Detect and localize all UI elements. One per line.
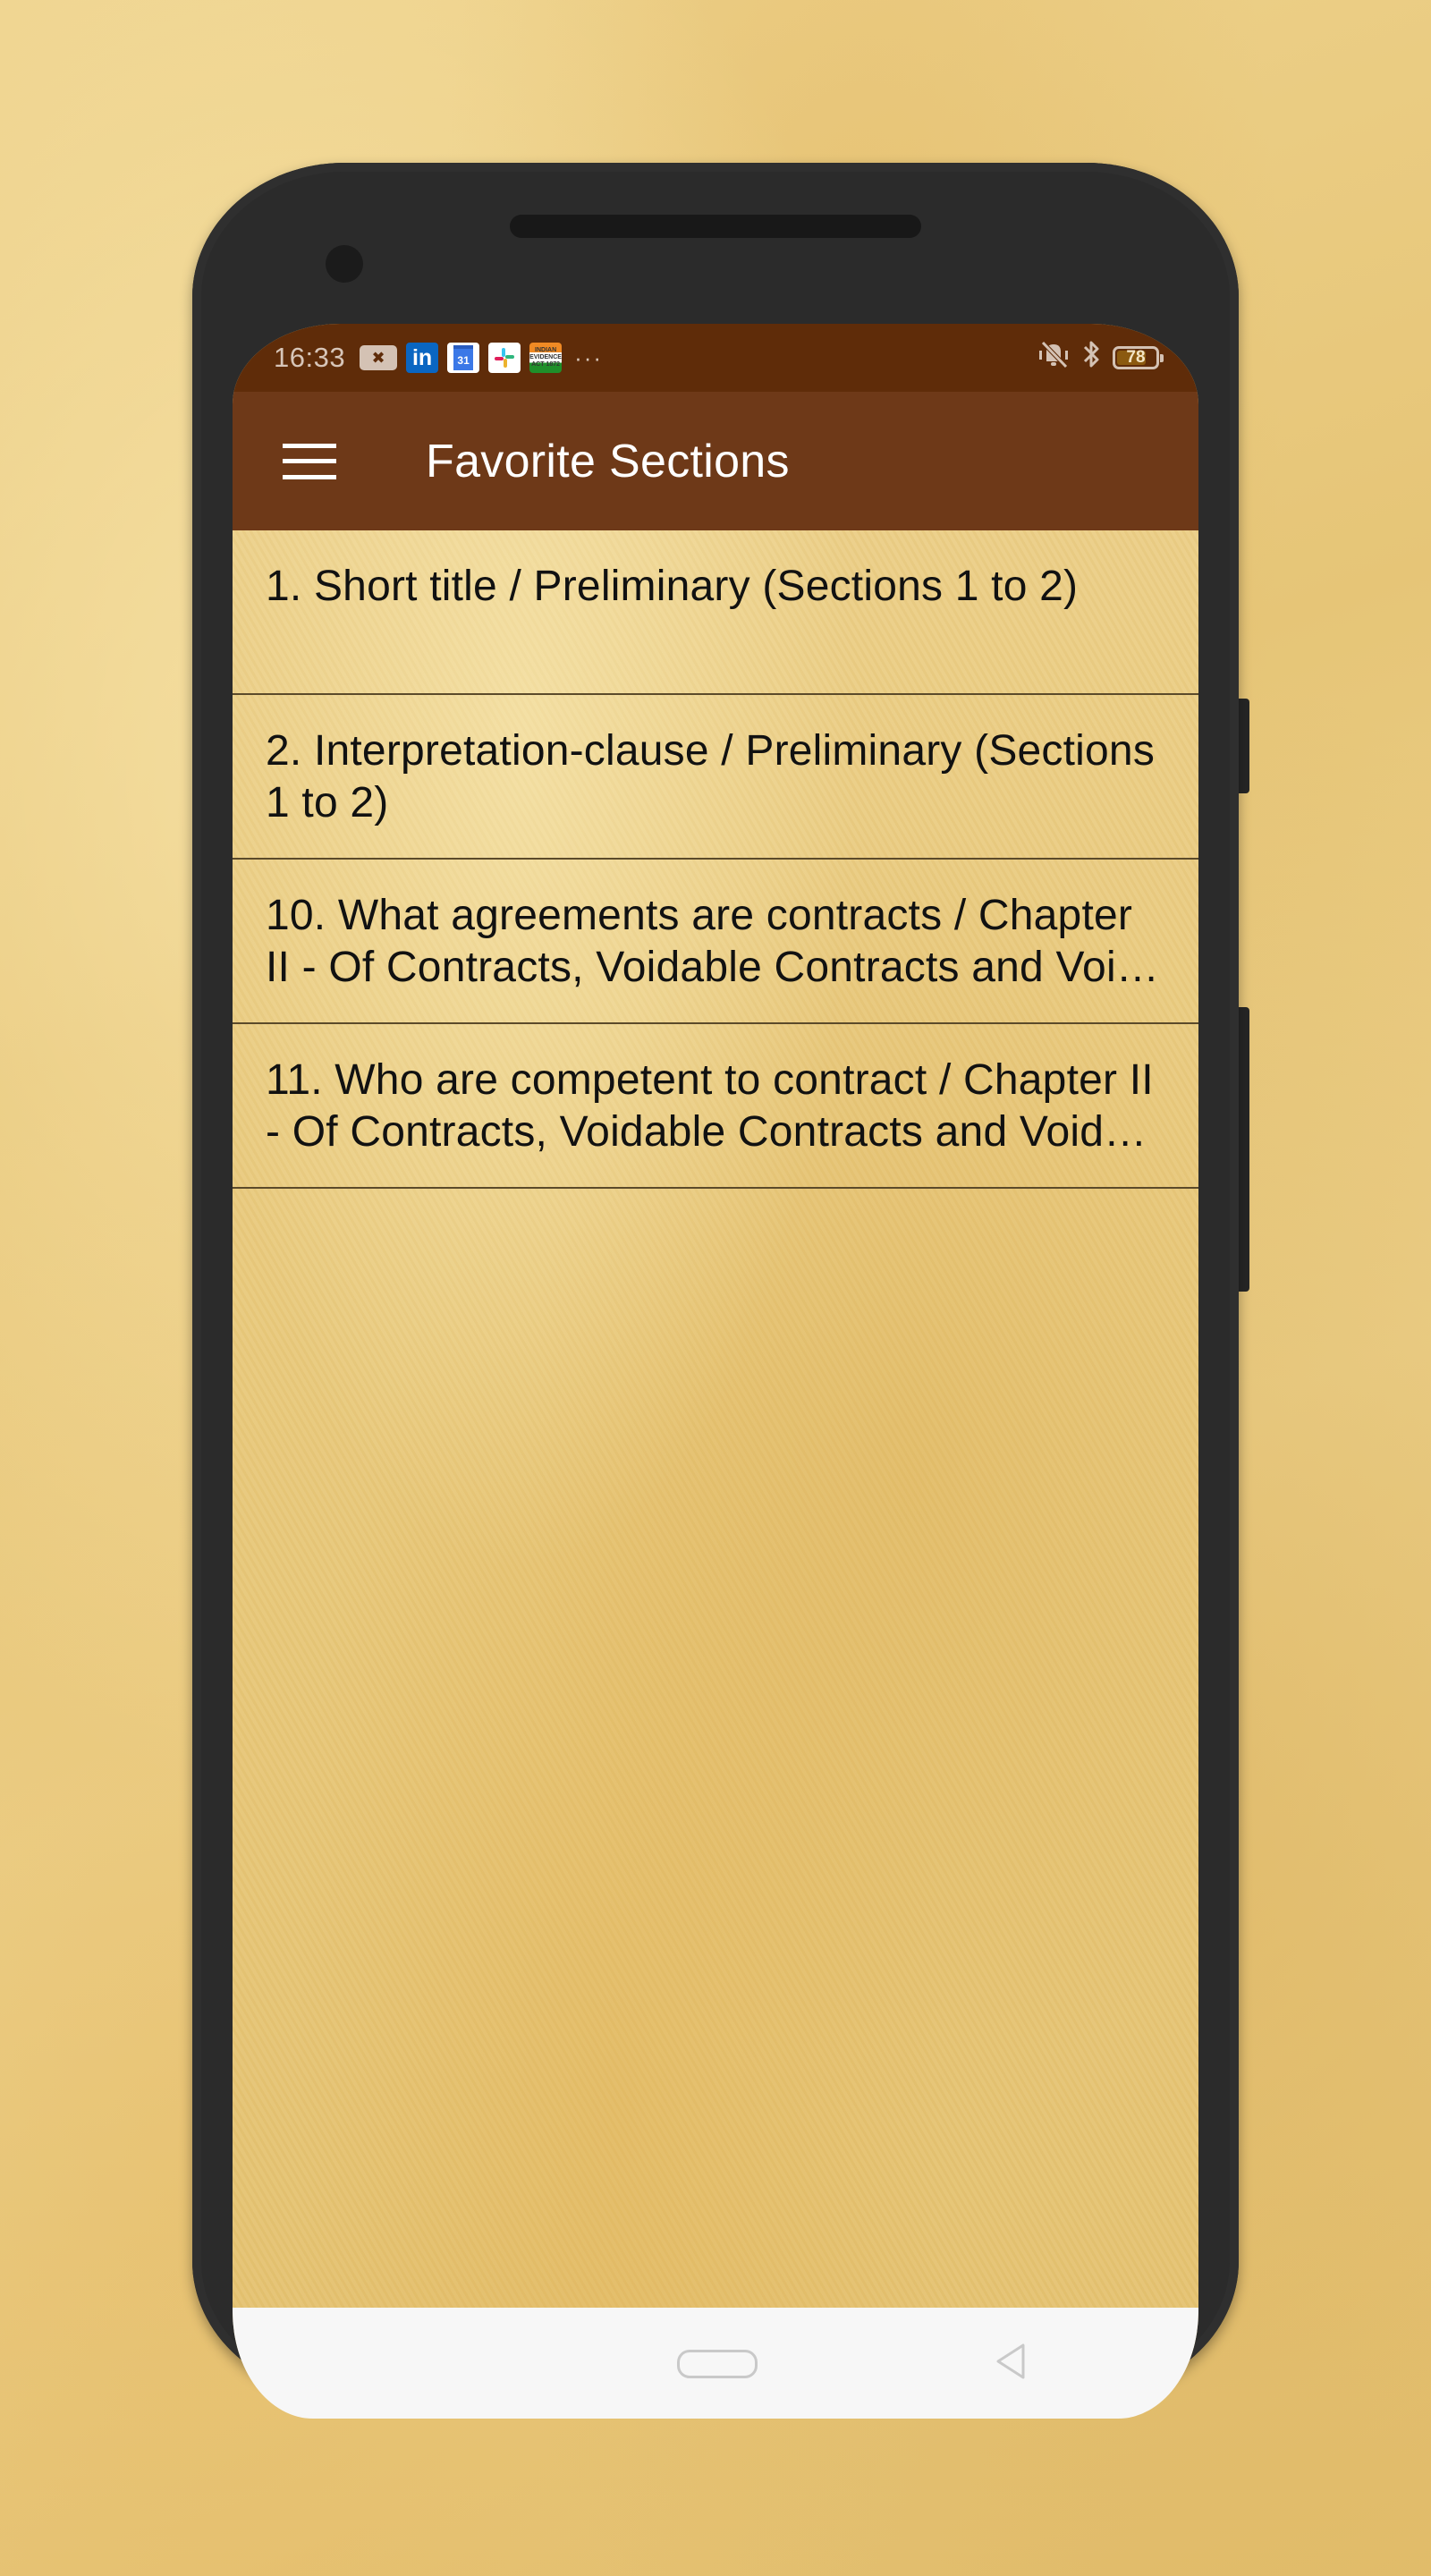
phone-front-camera — [326, 245, 363, 283]
indian-evidence-act-app-icon: INDIAN EVIDENCE ACT 1872 — [529, 343, 563, 373]
favorite-section-item[interactable]: 10. What agreements are contracts / Chap… — [233, 860, 1198, 1024]
phone-top-speaker — [510, 215, 921, 238]
favorite-section-text: 10. What agreements are contracts / Chap… — [266, 892, 1140, 991]
menu-line — [283, 459, 336, 463]
favorite-section-text: 11. Who are competent to contract / Chap… — [266, 1056, 1154, 1156]
home-button-icon[interactable] — [677, 2350, 758, 2378]
app-icon-line-1: INDIAN — [535, 347, 557, 353]
favorites-list: 1. Short title / Preliminary (Sections 1… — [233, 530, 1198, 1189]
page-title: Favorite Sections — [426, 435, 790, 487]
favorite-section-item[interactable]: 1. Short title / Preliminary (Sections 1… — [233, 530, 1198, 695]
phone-screen: 16:33 ✖ in 31 INDIAN EVIDENCE ACT 1872 ·… — [233, 324, 1198, 2419]
vibrate-off-icon — [1036, 340, 1071, 376]
favorite-section-item[interactable]: 2. Interpretation-clause / Preliminary (… — [233, 695, 1198, 860]
favorite-section-item[interactable]: 11. Who are competent to contract / Chap… — [233, 1024, 1198, 1189]
status-bar: 16:33 ✖ in 31 INDIAN EVIDENCE ACT 1872 ·… — [233, 324, 1198, 392]
linkedin-icon: in — [406, 343, 439, 373]
more-notifications-icon: ··· — [574, 343, 604, 371]
app-icon-line-3: ACT 1872 — [531, 361, 561, 368]
google-calendar-icon: 31 — [447, 343, 480, 373]
close-notification-icon: ✖ — [360, 345, 398, 370]
bluetooth-icon — [1082, 339, 1102, 377]
phone-frame: 16:33 ✖ in 31 INDIAN EVIDENCE ACT 1872 ·… — [192, 163, 1239, 2419]
calendar-day: 31 — [453, 345, 474, 370]
status-time: 16:33 — [274, 342, 346, 373]
battery-level: 78 — [1126, 348, 1146, 367]
favorite-section-text: 2. Interpretation-clause / Preliminary (… — [266, 727, 1156, 826]
back-button-icon[interactable] — [993, 2342, 1029, 2385]
status-left: 16:33 ✖ in 31 INDIAN EVIDENCE ACT 1872 ·… — [274, 342, 603, 374]
app-bar: Favorite Sections — [233, 392, 1198, 530]
favorite-section-text: 1. Short title / Preliminary (Sections 1… — [266, 563, 1079, 610]
app-icon-line-2: EVIDENCE — [529, 354, 562, 360]
phone-side-button-bottom — [1239, 1007, 1249, 1292]
menu-line — [283, 443, 336, 448]
slack-icon — [488, 343, 521, 373]
menu-line — [283, 474, 336, 479]
status-right: 78 — [1036, 339, 1164, 377]
battery-indicator: 78 — [1113, 346, 1164, 369]
phone-side-button-top — [1239, 699, 1249, 793]
hamburger-menu-icon[interactable] — [283, 443, 336, 479]
navigation-bar — [233, 2308, 1198, 2419]
